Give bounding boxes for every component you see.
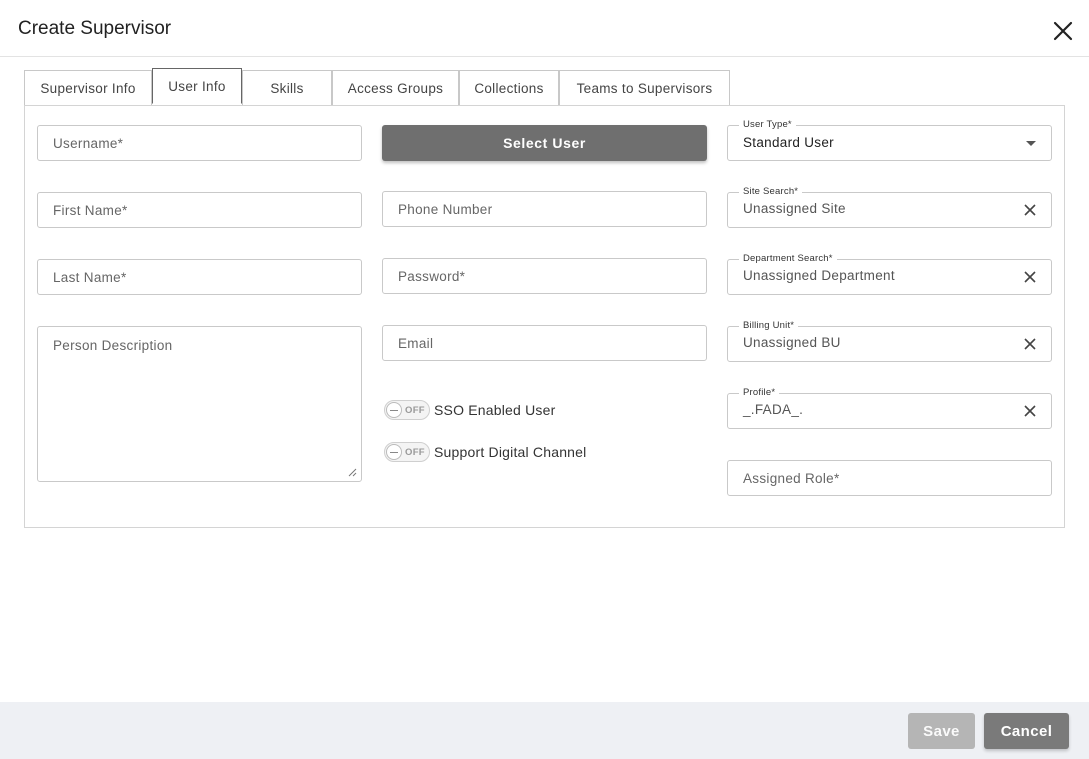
site-search-field[interactable]: Site Search* Unassigned Site: [727, 186, 1052, 228]
support-digital-channel-toggle[interactable]: OFF: [384, 442, 430, 462]
email-field[interactable]: Email: [382, 325, 707, 361]
site-search-label: Site Search*: [739, 186, 803, 197]
billing-unit-label: Billing Unit*: [739, 320, 799, 331]
toggle-knob: [386, 402, 402, 418]
tab-access-groups[interactable]: Access Groups: [332, 70, 459, 106]
password-placeholder: Password*: [398, 269, 466, 284]
last-name-placeholder: Last Name*: [53, 270, 127, 285]
support-digital-channel-label: Support Digital Channel: [434, 444, 587, 460]
password-field[interactable]: Password*: [382, 258, 707, 294]
person-description-textarea[interactable]: Person Description: [37, 326, 362, 482]
tab-user-info[interactable]: User Info: [152, 68, 242, 104]
digital-toggle-row: OFF Support Digital Channel: [384, 441, 586, 463]
username-placeholder: Username*: [53, 136, 124, 151]
toggle-knob: [386, 444, 402, 460]
phone-number-placeholder: Phone Number: [398, 202, 493, 217]
phone-number-field[interactable]: Phone Number: [382, 191, 707, 227]
department-search-label: Department Search*: [739, 253, 837, 264]
sso-enabled-label: SSO Enabled User: [434, 402, 556, 418]
clear-icon[interactable]: [1023, 203, 1037, 217]
close-icon[interactable]: [1051, 19, 1075, 43]
profile-field[interactable]: Profile* _.FADA_.: [727, 387, 1052, 429]
sso-toggle-row: OFF SSO Enabled User: [384, 399, 555, 421]
person-description-placeholder: Person Description: [53, 338, 173, 353]
username-field[interactable]: Username*: [37, 125, 362, 161]
dialog-footer: Save Cancel: [0, 702, 1089, 759]
save-button[interactable]: Save: [908, 713, 975, 749]
profile-value: _.FADA_.: [743, 402, 804, 417]
email-placeholder: Email: [398, 336, 434, 351]
billing-unit-value: Unassigned BU: [743, 335, 841, 350]
toggle-state: OFF: [405, 447, 425, 458]
user-type-select[interactable]: User Type* Standard User: [727, 119, 1052, 161]
select-user-button[interactable]: Select User: [382, 125, 707, 161]
tab-teams-to-supervisors[interactable]: Teams to Supervisors: [559, 70, 730, 106]
assigned-role-placeholder: Assigned Role*: [743, 471, 840, 486]
department-search-value: Unassigned Department: [743, 268, 895, 283]
resize-handle-icon[interactable]: [347, 467, 357, 477]
billing-unit-field[interactable]: Billing Unit* Unassigned BU: [727, 320, 1052, 362]
first-name-field[interactable]: First Name*: [37, 192, 362, 228]
cancel-button[interactable]: Cancel: [984, 713, 1069, 749]
tab-supervisor-info[interactable]: Supervisor Info: [24, 70, 152, 106]
clear-icon[interactable]: [1023, 337, 1037, 351]
profile-label: Profile*: [739, 387, 780, 398]
clear-icon[interactable]: [1023, 404, 1037, 418]
sso-enabled-toggle[interactable]: OFF: [384, 400, 430, 420]
chevron-down-icon: [1026, 141, 1036, 146]
user-type-value: Standard User: [743, 135, 834, 150]
user-type-label: User Type*: [739, 119, 796, 130]
assigned-role-field[interactable]: Assigned Role*: [727, 460, 1052, 496]
clear-icon[interactable]: [1023, 270, 1037, 284]
first-name-placeholder: First Name*: [53, 203, 128, 218]
tab-skills[interactable]: Skills: [242, 70, 332, 106]
site-search-value: Unassigned Site: [743, 201, 846, 216]
last-name-field[interactable]: Last Name*: [37, 259, 362, 295]
department-search-field[interactable]: Department Search* Unassigned Department: [727, 253, 1052, 295]
toggle-state: OFF: [405, 405, 425, 416]
dialog-header: Create Supervisor: [0, 0, 1089, 57]
tab-collections[interactable]: Collections: [459, 70, 559, 106]
dialog-title: Create Supervisor: [18, 18, 172, 39]
